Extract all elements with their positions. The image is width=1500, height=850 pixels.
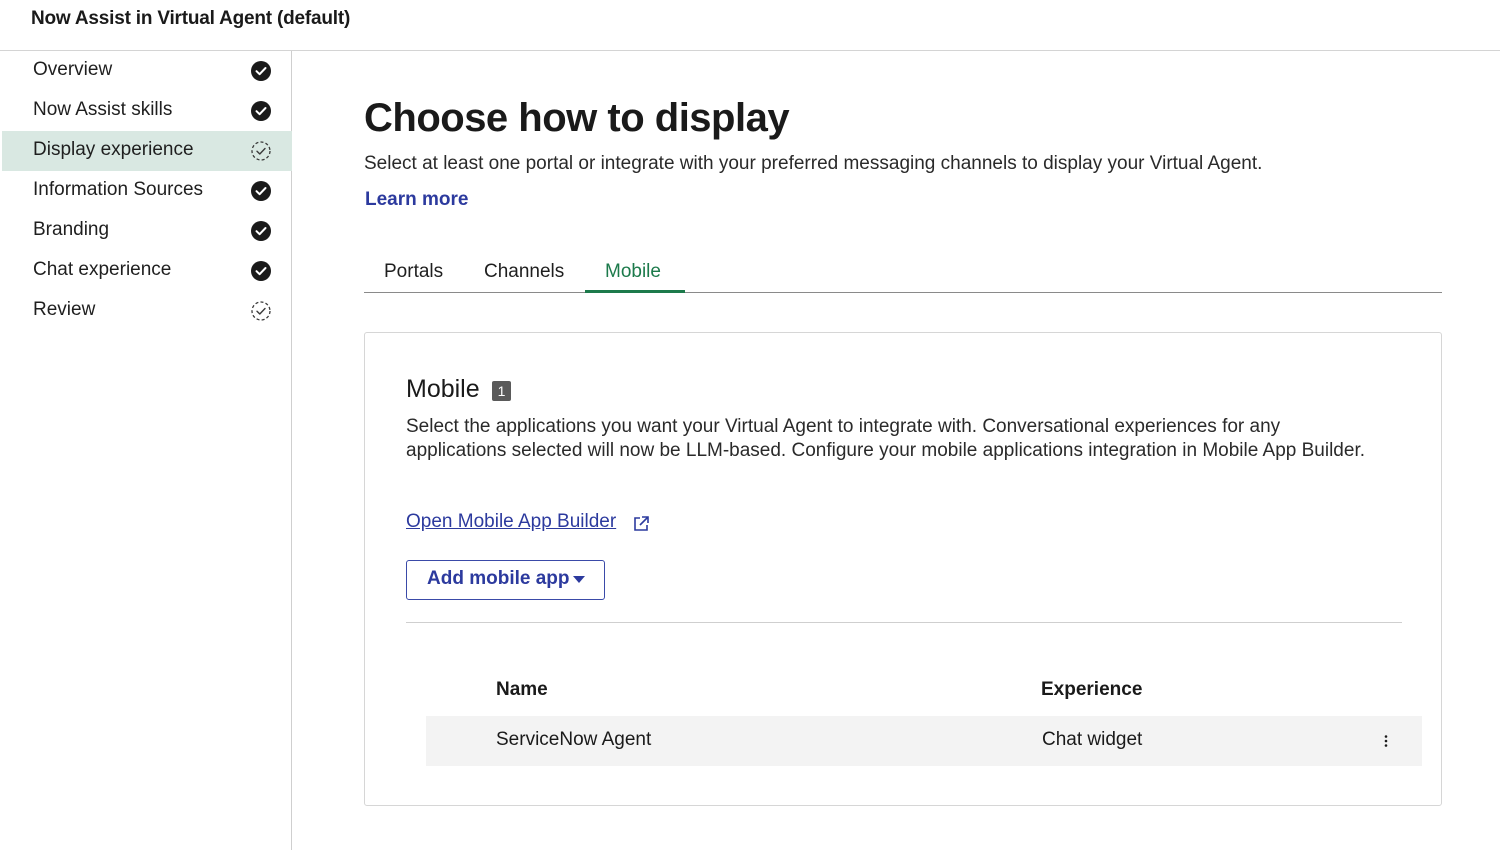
sidebar-item-label: Information Sources xyxy=(33,179,204,200)
dashed-check-circle-icon xyxy=(251,141,271,161)
external-link-icon[interactable] xyxy=(631,514,651,534)
sidebar-item-display-experience[interactable]: Display experience xyxy=(2,131,292,171)
app-header: Now Assist in Virtual Agent (default) xyxy=(0,0,1500,51)
sidebar-item-label: Branding xyxy=(33,219,110,240)
sidebar-item-label: Display experience xyxy=(33,139,194,160)
tab-label: Mobile xyxy=(605,261,661,282)
add-mobile-app-label: Add mobile app xyxy=(427,568,570,589)
divider xyxy=(406,622,1402,623)
check-circle-icon xyxy=(251,181,271,201)
cell-experience: Chat widget xyxy=(1042,729,1143,750)
check-circle-icon xyxy=(251,261,271,281)
sidebar-item-information-sources[interactable]: Information Sources xyxy=(2,171,292,211)
card-description: Select the applications you want your Vi… xyxy=(406,416,1365,461)
page-title: Choose how to display xyxy=(364,96,790,140)
check-circle-icon xyxy=(251,101,271,121)
cell-name: ServiceNow Agent xyxy=(496,729,652,750)
tab-channels[interactable]: Channels xyxy=(464,252,584,292)
sidebar-item-overview[interactable]: Overview xyxy=(2,51,292,91)
sidebar-item-label: Overview xyxy=(33,59,113,80)
chevron-down-icon xyxy=(573,576,585,583)
sidebar-item-review[interactable]: Review xyxy=(2,291,292,331)
open-mobile-app-builder-link[interactable]: Open Mobile App Builder xyxy=(406,511,616,533)
sidebar-item-now-assist-skills[interactable]: Now Assist skills xyxy=(2,91,292,131)
dashed-check-circle-icon xyxy=(251,301,271,321)
column-header-experience[interactable]: Experience xyxy=(1041,679,1142,701)
table-row[interactable]: ServiceNow Agent Chat widget xyxy=(426,716,1422,766)
tab-label: Portals xyxy=(384,261,444,282)
sidebar-item-branding[interactable]: Branding xyxy=(2,211,292,251)
mobile-card: Mobile 1 Select the applications you wan… xyxy=(364,332,1442,806)
sidebar-item-label: Now Assist skills xyxy=(33,99,173,120)
tab-portals[interactable]: Portals xyxy=(364,252,464,292)
sidebar-item-chat-experience[interactable]: Chat experience xyxy=(2,251,292,291)
learn-more-link[interactable]: Learn more xyxy=(365,189,468,211)
tab-label: Channels xyxy=(484,261,565,282)
add-mobile-app-button[interactable]: Add mobile app xyxy=(406,560,605,600)
check-circle-icon xyxy=(251,61,271,81)
check-circle-icon xyxy=(251,221,271,241)
sidebar-nav: Overview Now Assist skills Display exper… xyxy=(0,51,292,850)
sidebar-item-label: Review xyxy=(33,299,96,320)
page-header-title: Now Assist in Virtual Agent (default) xyxy=(31,8,351,29)
tab-mobile[interactable]: Mobile xyxy=(585,252,685,293)
column-header-name[interactable]: Name xyxy=(496,679,548,701)
display-tabs: Portals Channels Mobile xyxy=(364,252,1442,293)
card-title: Mobile xyxy=(406,375,480,403)
more-vertical-icon[interactable] xyxy=(1376,730,1396,752)
count-badge: 1 xyxy=(492,381,511,401)
sidebar-item-label: Chat experience xyxy=(33,259,172,280)
page-description: Select at least one portal or integrate … xyxy=(364,153,1263,174)
